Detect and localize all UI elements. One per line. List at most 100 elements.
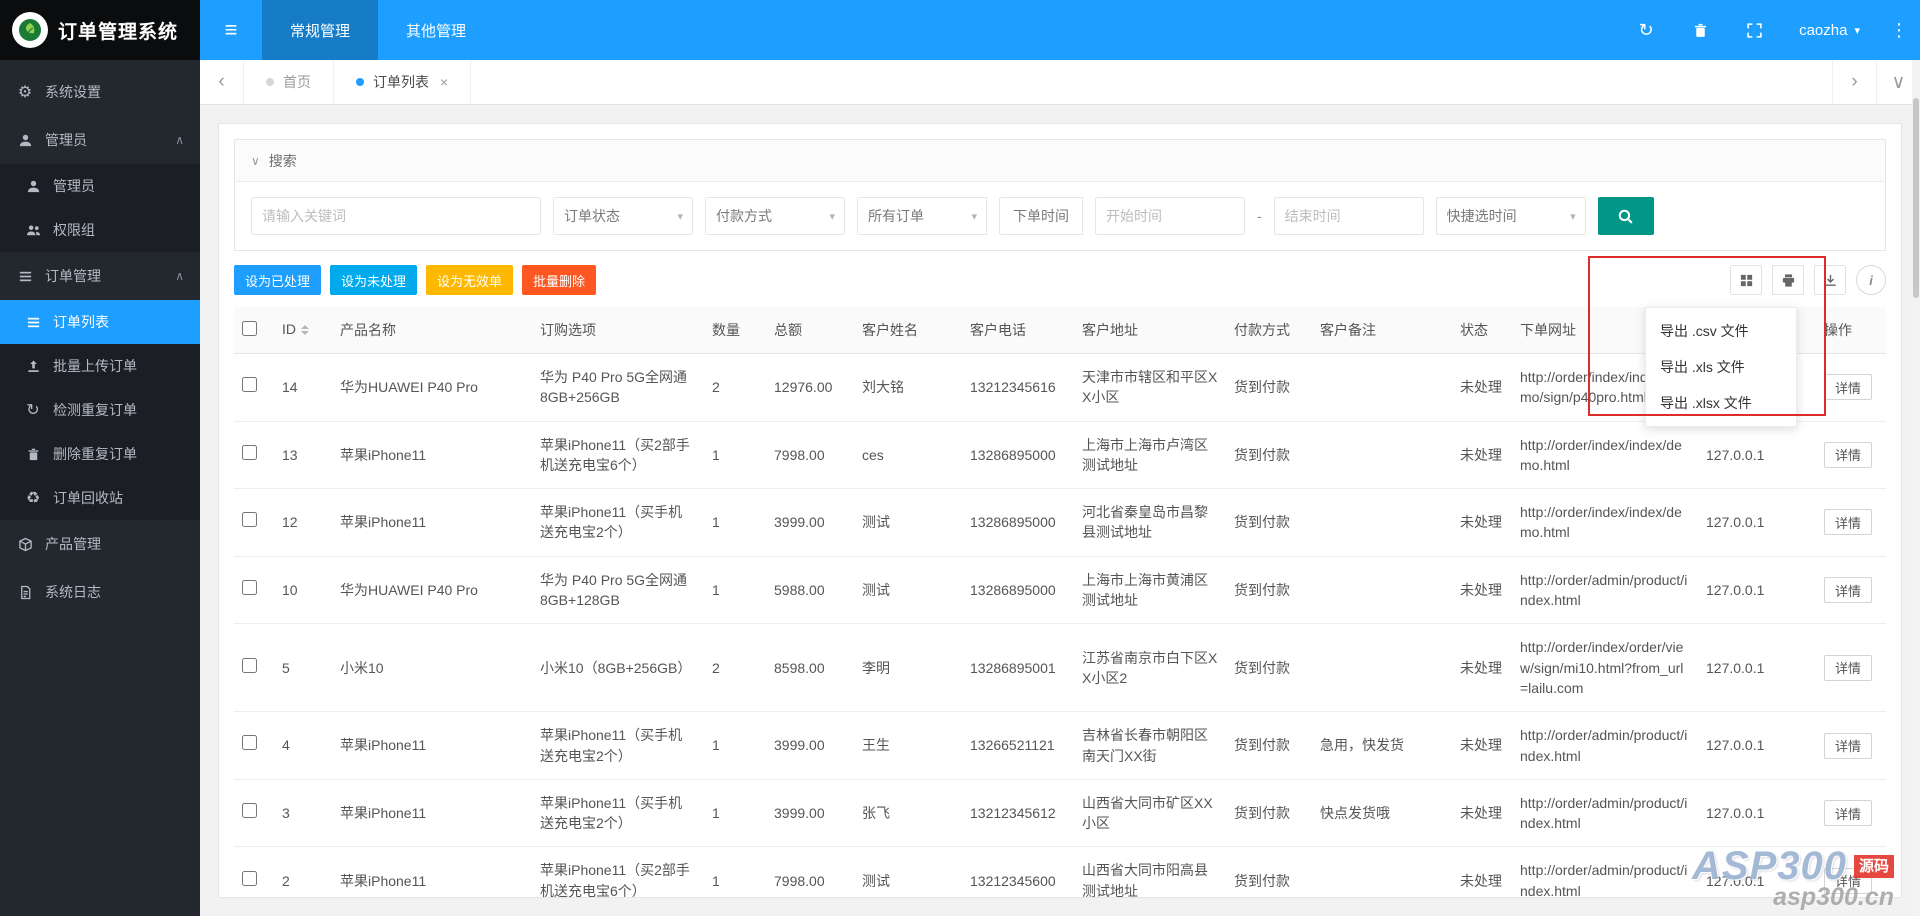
export-menu-item[interactable]: 导出 .xlsx 文件 <box>1646 385 1796 421</box>
batch-delete-button[interactable]: 批量删除 <box>522 265 597 295</box>
cell-option: 华为 P40 Pro 5G全网通 8GB+128GB <box>532 556 704 625</box>
close-icon[interactable]: × <box>440 74 448 90</box>
print-icon[interactable] <box>1772 265 1804 295</box>
cell-id: 14 <box>274 353 332 422</box>
select-all-checkbox[interactable] <box>242 321 257 336</box>
cell-order-url: http://order/admin/product/index.html <box>1512 556 1698 625</box>
cell-qty: 1 <box>704 556 766 625</box>
set-processed-button[interactable]: 设为已处理 <box>234 265 322 295</box>
cell-id: 10 <box>274 556 332 625</box>
cell-select <box>234 779 274 848</box>
navbar-tab-other[interactable]: 其他管理 <box>378 0 494 60</box>
cell-product: 苹果iPhone11 <box>332 846 532 916</box>
table-header: ID 产品名称 订购选项 数量 总额 客户姓名 客户电话 客户地址 付款方式 客… <box>234 307 1886 354</box>
info-icon[interactable] <box>1856 265 1886 295</box>
detail-button[interactable]: 详情 <box>1824 867 1873 894</box>
cell-actions: 详情 <box>1816 353 1886 422</box>
row-checkbox[interactable] <box>242 377 257 393</box>
cell-order-url: http://order/index/index/demo.html <box>1512 421 1698 490</box>
export-menu-item[interactable]: 导出 .xls 文件 <box>1646 349 1796 385</box>
set-unprocessed-button[interactable]: 设为未处理 <box>330 265 418 295</box>
cell-option: 华为 P40 Pro 5G全网通 8GB+256GB <box>532 353 704 422</box>
pay-method-select[interactable]: 付款方式 ▾ <box>705 197 845 235</box>
fullscreen-icon[interactable] <box>1727 0 1781 60</box>
order-status-select[interactable]: 订单状态 ▾ <box>553 197 693 235</box>
keyword-input[interactable] <box>251 197 541 235</box>
sidebar-item-permission-groups[interactable]: 权限组 <box>0 208 200 252</box>
menu-toggle-icon[interactable]: ≡ <box>200 0 262 60</box>
sidebar-item-product-management[interactable]: 产品管理 <box>0 520 200 568</box>
sidebar-item-admin-group[interactable]: 管理员 ∧ <box>0 116 200 164</box>
set-invalid-button[interactable]: 设为无效单 <box>426 265 514 295</box>
row-checkbox[interactable] <box>242 870 257 886</box>
sidebar-item-batch-upload-orders[interactable]: 批量上传订单 <box>0 344 200 388</box>
navbar-tab-general[interactable]: 常规管理 <box>262 0 379 60</box>
cell-product: 小米10 <box>332 623 532 713</box>
sidebar-item-order-management[interactable]: 订单管理 ∧ <box>0 252 200 300</box>
scrollbar-thumb[interactable] <box>1913 98 1919 298</box>
more-options-icon[interactable]: ⋮ <box>1878 0 1920 60</box>
cell-actions: 详情 <box>1816 846 1886 916</box>
row-checkbox[interactable] <box>242 735 257 751</box>
refresh-icon[interactable]: ↻ <box>1619 0 1673 60</box>
detail-button[interactable]: 详情 <box>1824 509 1873 536</box>
cell-customer-remark <box>1312 623 1452 713</box>
table-row: 12 苹果iPhone11 苹果iPhone11（买手机送充电宝2个） 1 39… <box>234 488 1886 557</box>
detail-button[interactable]: 详情 <box>1824 441 1873 468</box>
sidebar-item-check-duplicate-orders[interactable]: ↻ 检测重复订单 <box>0 388 200 432</box>
start-time-input[interactable] <box>1095 197 1245 235</box>
detail-button[interactable]: 详情 <box>1824 800 1873 827</box>
quick-time-select[interactable]: 快捷选时间 ▾ <box>1435 197 1586 235</box>
cell-select <box>234 556 274 625</box>
search-panel-header[interactable]: ∨ 搜索 <box>235 140 1885 182</box>
detail-button[interactable]: 详情 <box>1824 577 1873 604</box>
list-icon <box>16 267 34 285</box>
detail-button[interactable]: 详情 <box>1824 732 1873 759</box>
user-menu[interactable]: caozha ▾ <box>1781 0 1878 60</box>
detail-button[interactable]: 详情 <box>1824 654 1873 681</box>
vertical-scrollbar[interactable] <box>1912 60 1920 916</box>
sidebar-item-label: 管理员 <box>53 178 95 194</box>
cell-product: 苹果iPhone11 <box>332 488 532 557</box>
row-checkbox[interactable] <box>242 579 257 595</box>
row-checkbox[interactable] <box>242 803 257 818</box>
export-icon[interactable] <box>1814 265 1846 295</box>
order-scope-select[interactable]: 所有订单 ▾ <box>857 197 987 235</box>
cell-option: 苹果iPhone11（买2部手机送充电宝6个） <box>532 421 704 490</box>
row-checkbox[interactable] <box>242 657 257 673</box>
cell-total: 8598.00 <box>766 623 854 713</box>
sidebar-item-system-settings[interactable]: ⚙ 系统设置 <box>0 68 200 116</box>
sidebar-item-order-list[interactable]: 订单列表 <box>0 300 200 344</box>
cell-pay-method: 货到付款 <box>1226 421 1312 490</box>
col-id[interactable]: ID <box>274 307 332 354</box>
col-customer-remark: 客户备注 <box>1312 307 1452 354</box>
row-checkbox[interactable] <box>242 512 257 528</box>
sidebar-item-admins[interactable]: 管理员 <box>0 164 200 208</box>
sort-icon[interactable] <box>301 321 309 339</box>
sidebar-item-label: 订单管理 <box>45 268 101 284</box>
end-time-input[interactable] <box>1273 197 1424 235</box>
filter-columns-icon[interactable] <box>1730 265 1762 295</box>
tab-home[interactable]: 首页 <box>244 60 334 104</box>
export-menu-item[interactable]: 导出 .csv 文件 <box>1646 313 1796 349</box>
cell-status: 未处理 <box>1452 556 1512 625</box>
cell-pay-method: 货到付款 <box>1226 846 1312 916</box>
tab-order-list[interactable]: 订单列表 × <box>334 60 472 104</box>
app-title: 订单管理系统 <box>58 21 179 43</box>
chevron-down-icon: ∨ <box>251 153 260 168</box>
detail-button[interactable]: 详情 <box>1824 374 1873 401</box>
clear-cache-icon[interactable] <box>1673 0 1727 60</box>
search-button[interactable] <box>1597 197 1654 235</box>
cell-customer-name: 测试 <box>854 556 962 625</box>
cell-customer-remark <box>1312 556 1452 625</box>
tabs-scroll-right-icon[interactable]: › <box>1832 60 1876 104</box>
tabs-scroll-left-icon[interactable]: ‹ <box>200 60 244 104</box>
sidebar-item-label: 删除重复订单 <box>53 446 137 462</box>
col-qty: 数量 <box>704 307 766 354</box>
sidebar: 订单管理系统 ⚙ 系统设置 管理员 ∧ 管理员 权限组 订单管理 ∧ 订单列表 … <box>0 0 200 916</box>
sidebar-item-delete-duplicate-orders[interactable]: 删除重复订单 <box>0 432 200 476</box>
sidebar-item-system-log[interactable]: 系统日志 <box>0 568 200 616</box>
sidebar-item-order-recycle-bin[interactable]: ♻ 订单回收站 <box>0 476 200 520</box>
row-checkbox[interactable] <box>242 444 257 460</box>
cell-total: 3999.00 <box>766 779 854 848</box>
